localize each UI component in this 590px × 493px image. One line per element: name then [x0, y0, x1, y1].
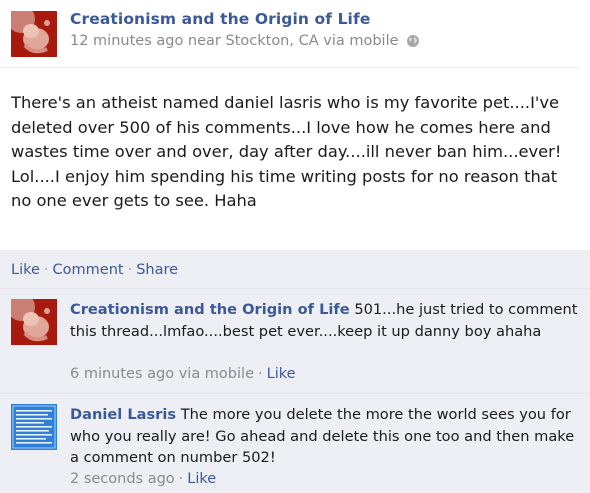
comment-avatar[interactable]: [11, 299, 57, 345]
meta-separator: ·: [178, 471, 184, 487]
action-separator: ·: [127, 262, 133, 278]
post-meta: 12 minutes ago near Stockton, CA via mob…: [70, 33, 420, 49]
post-header: Creationism and the Origin of Life 12 mi…: [0, 0, 590, 68]
page-avatar[interactable]: [11, 11, 57, 57]
page-name-link[interactable]: Creationism and the Origin of Life: [70, 10, 370, 28]
fetus-image-icon: [11, 299, 57, 345]
comment-avatar[interactable]: [11, 404, 57, 450]
globe-icon[interactable]: [406, 34, 420, 48]
comment-meta: 6 minutes ago via mobile · Like: [70, 366, 296, 382]
comment-like-link[interactable]: Like: [267, 366, 296, 382]
post-meta-text: 12 minutes ago near Stockton, CA via mob…: [70, 33, 399, 49]
comment-body: Daniel Lasris The more you delete the mo…: [70, 404, 580, 469]
share-link[interactable]: Share: [136, 262, 178, 278]
comment-body: Creationism and the Origin of Life 501..…: [70, 299, 580, 342]
post-actions: Like · Comment · Share: [11, 262, 178, 278]
comment-link[interactable]: Comment: [53, 262, 124, 278]
comment-meta: 2 seconds ago · Like: [70, 471, 216, 487]
comment-author-link[interactable]: Daniel Lasris: [70, 406, 176, 423]
header-divider: [0, 67, 578, 68]
post-message: There's an atheist named daniel lasris w…: [11, 93, 562, 210]
comment-item: Creationism and the Origin of Life 501..…: [0, 288, 590, 390]
comment-author-link[interactable]: Creationism and the Origin of Life: [70, 301, 350, 318]
comment-time: 6 minutes ago via mobile: [70, 366, 254, 382]
like-link[interactable]: Like: [11, 262, 40, 278]
comment-time: 2 seconds ago: [70, 471, 175, 487]
action-separator: ·: [43, 262, 49, 278]
text-image-icon: [11, 404, 57, 450]
comment-item: Daniel Lasris The more you delete the mo…: [0, 393, 590, 493]
meta-separator: ·: [258, 366, 263, 382]
comment-like-link[interactable]: Like: [187, 471, 216, 487]
fetus-image-icon: [11, 11, 57, 57]
